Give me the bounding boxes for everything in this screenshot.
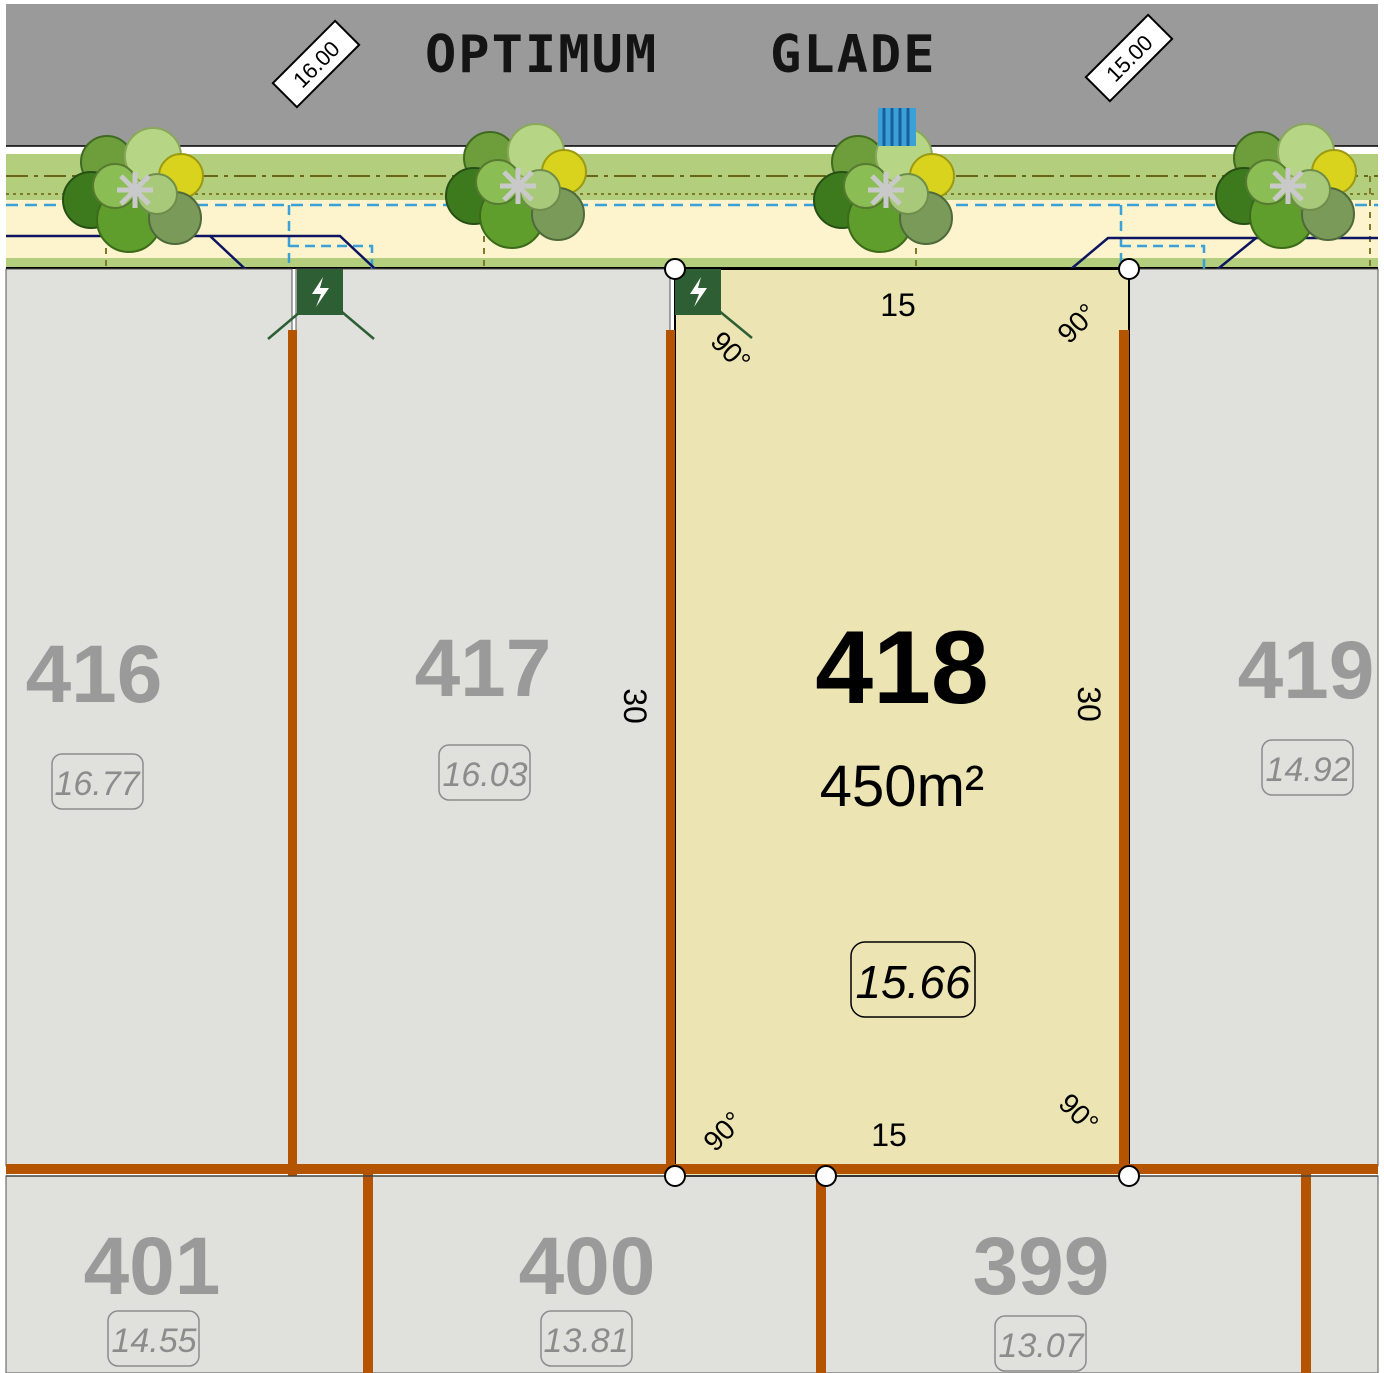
electrical-pillar-icon [297,269,343,315]
street-name-word-1: OPTIMUM [425,25,658,85]
depth-right: 30 [1071,686,1107,722]
lot-417-number: 417 [415,623,552,714]
svg-text:15.66: 15.66 [855,956,971,1008]
lot-398[interactable] [1305,1175,1379,1373]
survey-peg-icon [815,1165,837,1187]
lot-416-number: 416 [26,629,163,720]
svg-text:16.03: 16.03 [442,756,527,794]
svg-text:16.77: 16.77 [54,765,140,803]
lot-418-area: 450m² [820,754,984,819]
lot-401-number: 401 [84,1221,221,1312]
survey-peg-icon [1118,1165,1140,1187]
survey-peg-icon [664,1165,686,1187]
lot-399-number: 399 [973,1221,1110,1312]
svg-text:14.55: 14.55 [111,1322,196,1360]
frontage-top: 15 [880,287,916,323]
svg-text:14.92: 14.92 [1265,751,1350,789]
lot-417[interactable] [295,268,671,1167]
svg-text:13.81: 13.81 [543,1322,628,1360]
frontage-bottom: 15 [871,1117,907,1153]
depth-left: 30 [617,688,653,724]
footpath-strip [6,200,1378,260]
lot-400-number: 400 [519,1221,656,1312]
road-carriageway [6,4,1378,146]
survey-peg-icon [1118,258,1140,280]
water-meter-icon [878,108,916,146]
svg-text:13.07: 13.07 [998,1327,1084,1365]
lot-419[interactable] [1125,268,1379,1167]
street-name-word-2: GLADE [770,25,937,85]
lot-418-number: 418 [815,610,989,726]
survey-peg-icon [664,258,686,280]
lot-419-number: 419 [1238,625,1375,716]
lot-plan-map: OPTIMUM GLADE 16.00 15.00 416 417 419 40… [5,4,1379,1373]
